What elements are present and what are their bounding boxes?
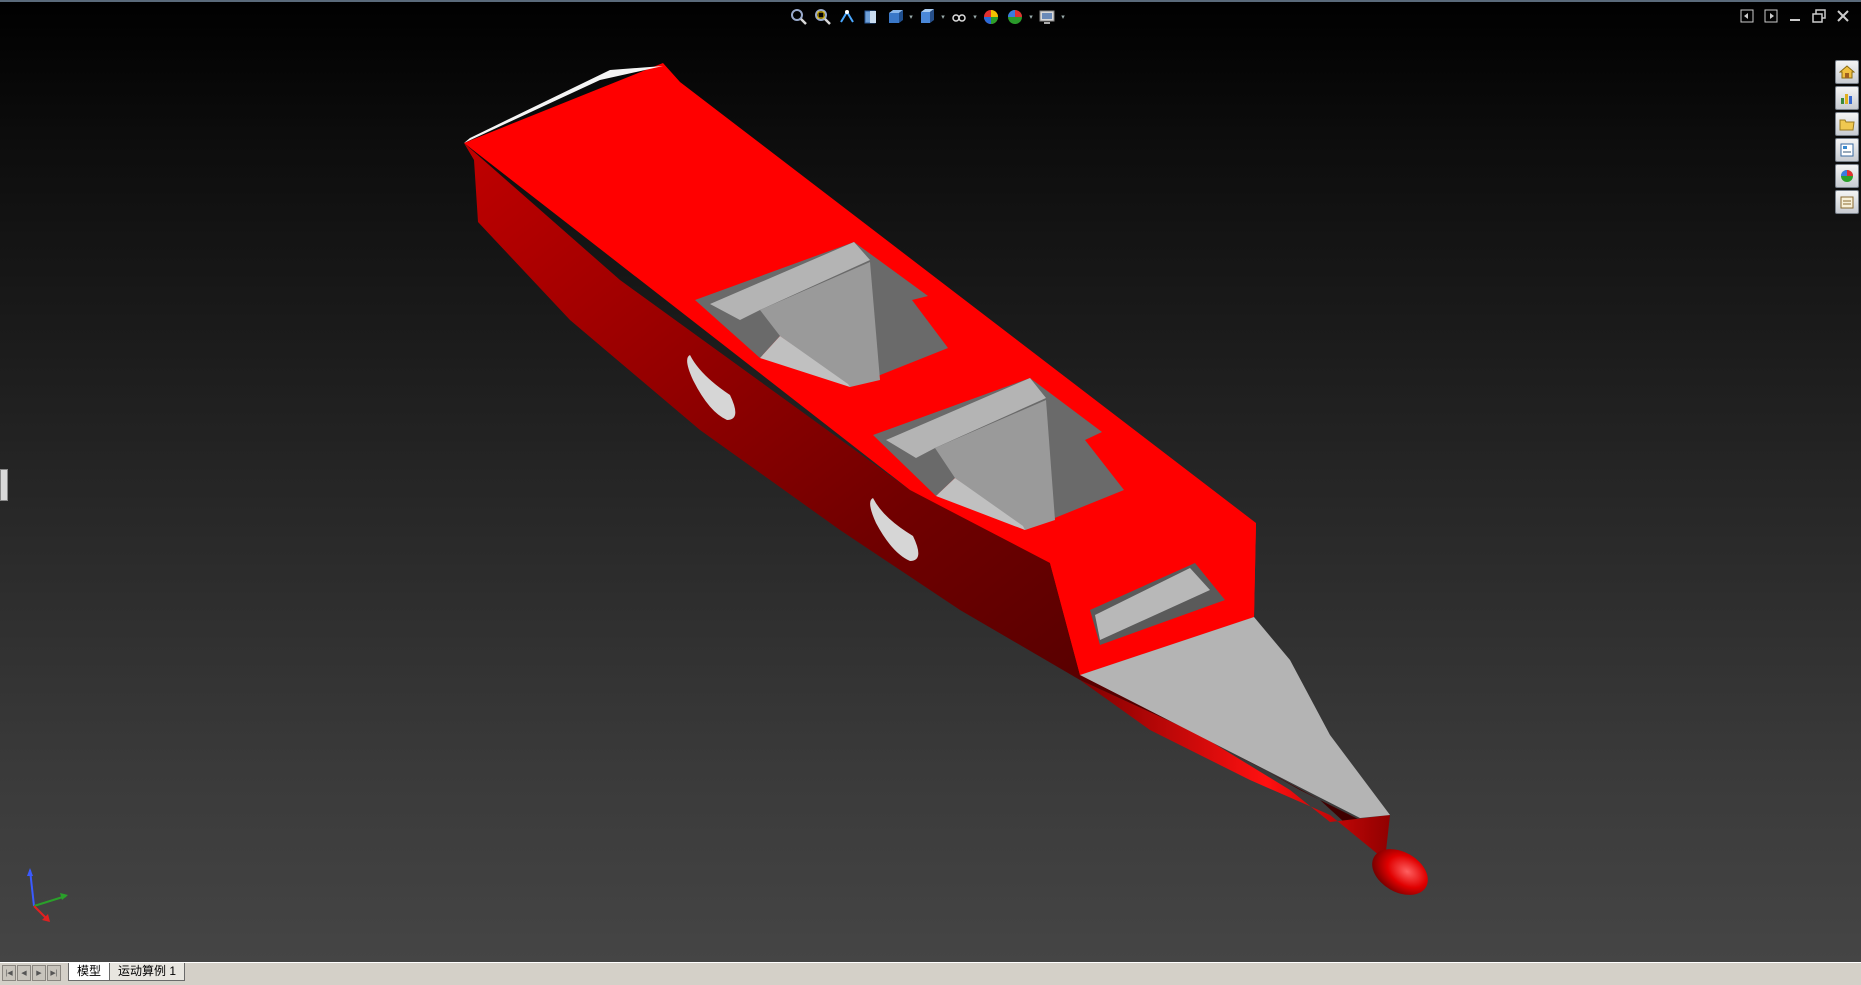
boat-hull-model[interactable] [0,0,1861,962]
file-explorer-icon[interactable] [1835,112,1859,136]
zoom-to-area-icon[interactable] [812,6,834,28]
view-settings-icon[interactable] [1036,6,1058,28]
model-tabs-bar: |◀ ◀ ▶ ▶| 模型 运动算例 1 [0,962,1861,985]
next-icon[interactable]: ▶ [32,965,46,981]
close-icon[interactable] [1835,8,1851,24]
prev-icon[interactable]: ◀ [17,965,31,981]
custom-properties-icon[interactable] [1835,190,1859,214]
tab-model[interactable]: 模型 [68,963,111,981]
appearances-icon[interactable] [1835,164,1859,188]
document-window-controls [1739,8,1851,24]
tab-motion-study-1[interactable]: 运动算例 1 [109,963,186,981]
apply-scene-icon[interactable] [1004,6,1026,28]
home-icon[interactable] [1835,60,1859,84]
first-icon[interactable]: |◀ [2,965,16,981]
resources-icon[interactable] [1835,86,1859,110]
edit-appearance-icon[interactable] [980,6,1002,28]
restore-icon[interactable] [1811,8,1827,24]
minimize-icon[interactable] [1787,8,1803,24]
chevron-down-icon[interactable]: ▾ [940,13,946,21]
hide-show-items-icon[interactable] [948,6,970,28]
tile-left-icon[interactable] [1739,8,1755,24]
tile-right-icon[interactable] [1763,8,1779,24]
tab-scroll-buttons: |◀ ◀ ▶ ▶| [2,965,61,981]
chevron-down-icon[interactable]: ▾ [908,13,914,21]
section-view-icon[interactable] [860,6,882,28]
tab-strip: 模型 运动算例 1 [68,963,186,981]
view-palette-icon[interactable] [1835,138,1859,162]
last-icon[interactable]: ▶| [47,965,61,981]
chevron-down-icon[interactable]: ▾ [972,13,978,21]
reference-triad-icon [27,868,68,922]
display-style-icon[interactable] [916,6,938,28]
previous-view-icon[interactable] [836,6,858,28]
chevron-down-icon[interactable]: ▾ [1028,13,1034,21]
chevron-down-icon[interactable]: ▾ [1060,13,1066,21]
zoom-to-fit-icon[interactable] [788,6,810,28]
heads-up-view-toolbar: ▾ ▾ ▾ ▾ ▾ [788,4,1066,30]
feature-manager-collapse-handle[interactable] [0,469,8,501]
task-pane-tabs [1835,60,1861,214]
view-orientation-icon[interactable] [884,6,906,28]
